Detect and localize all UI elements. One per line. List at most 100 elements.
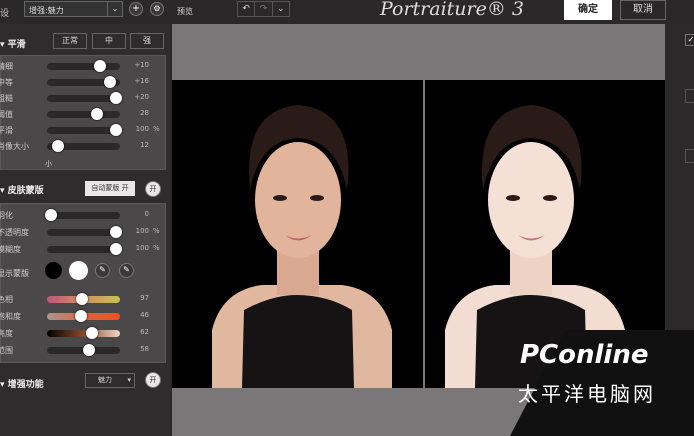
slider-track[interactable] (47, 108, 120, 120)
add-preset-button[interactable]: + (129, 2, 143, 16)
slider-knob[interactable] (90, 108, 103, 120)
slider-knob[interactable] (86, 327, 99, 339)
slider-row: 色相 97 (0, 292, 167, 306)
slider-row: 中等 +16 (0, 75, 167, 89)
slider-track[interactable] (47, 124, 123, 136)
slider-track[interactable] (47, 327, 120, 339)
skin-mask-toggle[interactable]: 开 (145, 181, 161, 197)
option-button[interactable] (685, 149, 694, 163)
slider-value: 62 (140, 328, 149, 336)
slider-knob[interactable] (82, 344, 95, 356)
watermark-brand: PConline (520, 340, 649, 370)
slider-label: 模糊度 (0, 245, 21, 254)
slider-value: 58 (140, 345, 149, 353)
slider-knob[interactable] (75, 310, 88, 322)
enhance-select[interactable]: 魅力 ▾ (85, 373, 135, 388)
slider-track[interactable] (47, 226, 123, 238)
slider-value: 0 (144, 210, 149, 218)
slider-track[interactable] (47, 243, 123, 255)
slider-row: 范围 58 (0, 343, 167, 357)
mode-medium-button[interactable]: 中 (92, 33, 126, 49)
mask-black-swatch[interactable] (45, 262, 62, 279)
checkbox-icon[interactable]: ✓ (685, 34, 694, 46)
slider-track[interactable] (47, 293, 120, 305)
mode-normal-button[interactable]: 正常 (53, 33, 87, 49)
slider-value: 100 (135, 244, 149, 252)
enhance-header[interactable]: ▾ 增强功能 (0, 377, 44, 390)
ok-button[interactable]: 确定 (564, 0, 612, 20)
mask-white-swatch[interactable] (69, 261, 88, 280)
portrait-original (212, 105, 392, 388)
show-mask-label: 显示蒙版 (0, 269, 29, 278)
slider-label: 不透明度 (0, 228, 29, 237)
gear-icon[interactable]: ⚙ (150, 2, 164, 16)
slider-track[interactable] (47, 310, 120, 322)
slider-row: 亮度 62 (0, 326, 167, 340)
slider-row: 平滑 100 % (0, 123, 167, 137)
slider-row: 羽化 0 (0, 208, 167, 222)
slider-row: 阈值 28 (0, 107, 167, 121)
slider-knob[interactable] (103, 76, 116, 88)
slider-value: +20 (134, 93, 149, 101)
slider-label: 肖像大小 (0, 142, 29, 151)
slider-value: +10 (134, 61, 149, 69)
slider-unit: % (153, 227, 160, 235)
slider-value: 97 (140, 294, 149, 302)
original-photo (172, 80, 423, 388)
slider-label: 中等 (0, 78, 13, 87)
skin-mask-header[interactable]: ▾ 皮肤蒙版 (0, 183, 44, 196)
preset-value: 增强:魅力 (29, 6, 64, 15)
app-logo: Portraiture® 3 (380, 0, 524, 20)
slider-track[interactable] (47, 140, 120, 152)
slider-track[interactable] (47, 76, 120, 88)
slider-knob[interactable] (44, 209, 57, 221)
slider-knob[interactable] (51, 140, 64, 152)
slider-row: 肖像大小 12 (0, 139, 167, 153)
slider-value: 100 (135, 125, 149, 133)
cancel-button[interactable]: 取消 (620, 0, 666, 20)
slider-row: 模糊度 100 % (0, 242, 167, 256)
redo-icon[interactable]: ↷ (255, 2, 273, 16)
slider-row: 粗糙 +20 (0, 91, 167, 105)
slider-track[interactable] (47, 60, 120, 72)
smoothing-header[interactable]: ▾ 平滑 (0, 37, 26, 50)
undo-redo-group: ↶ ↷ ⌄ (237, 1, 290, 17)
slider-row: 饱和度 46 (0, 309, 167, 323)
enhance-toggle[interactable]: 开 (145, 372, 161, 388)
slider-value: +16 (134, 77, 149, 85)
enhance-select-value: 魅力 (98, 376, 112, 384)
preset-label: 设 (0, 9, 10, 19)
auto-mask-button[interactable]: 自动蒙版 开 (85, 181, 135, 196)
eyedropper-icon[interactable]: ✎ (95, 263, 110, 278)
slider-label: 精细 (0, 62, 13, 71)
history-dropdown[interactable]: ⌄ (273, 2, 289, 16)
slider-track[interactable] (47, 92, 123, 104)
slider-value: 12 (140, 141, 149, 149)
slider-value: 46 (140, 311, 149, 319)
smoothing-box: 精细 +10 中等 +16 粗糙 +20 阈值 28 平滑 100 % 肖像大小 … (0, 55, 166, 170)
slider-row: 不透明度 100 % (0, 225, 167, 239)
slider-label: 饱和度 (0, 312, 21, 321)
slider-row: 精细 +10 (0, 59, 167, 73)
preset-select[interactable]: 增强:魅力 ⌄ (24, 1, 123, 17)
slider-value: 28 (140, 109, 149, 117)
slider-label: 色相 (0, 295, 13, 304)
skin-mask-box: 羽化 0 不透明度 100 % 模糊度 100 % 显示蒙版 ✎ ✎ 色相 97 … (0, 203, 166, 363)
option-button[interactable] (685, 89, 694, 103)
chevron-down-icon: ▾ (127, 376, 131, 384)
slider-unit: % (153, 244, 160, 252)
slider-track[interactable] (44, 209, 120, 221)
slider-unit: % (153, 125, 160, 133)
skin-mask-title: 皮肤蒙版 (7, 186, 44, 196)
slider-label: 平滑 (0, 126, 13, 135)
eyedropper-plus-icon[interactable]: ✎ (119, 263, 134, 278)
slider-knob[interactable] (76, 293, 89, 305)
smoothing-title: 平滑 (7, 40, 26, 50)
undo-icon[interactable]: ↶ (238, 2, 256, 16)
slider-track[interactable] (47, 344, 120, 356)
slider-knob[interactable] (93, 60, 106, 72)
slider-value: 100 (135, 227, 149, 235)
slider-label: 范围 (0, 346, 13, 355)
mode-strong-button[interactable]: 强 (130, 33, 164, 49)
slider-label: 阈值 (0, 110, 13, 119)
